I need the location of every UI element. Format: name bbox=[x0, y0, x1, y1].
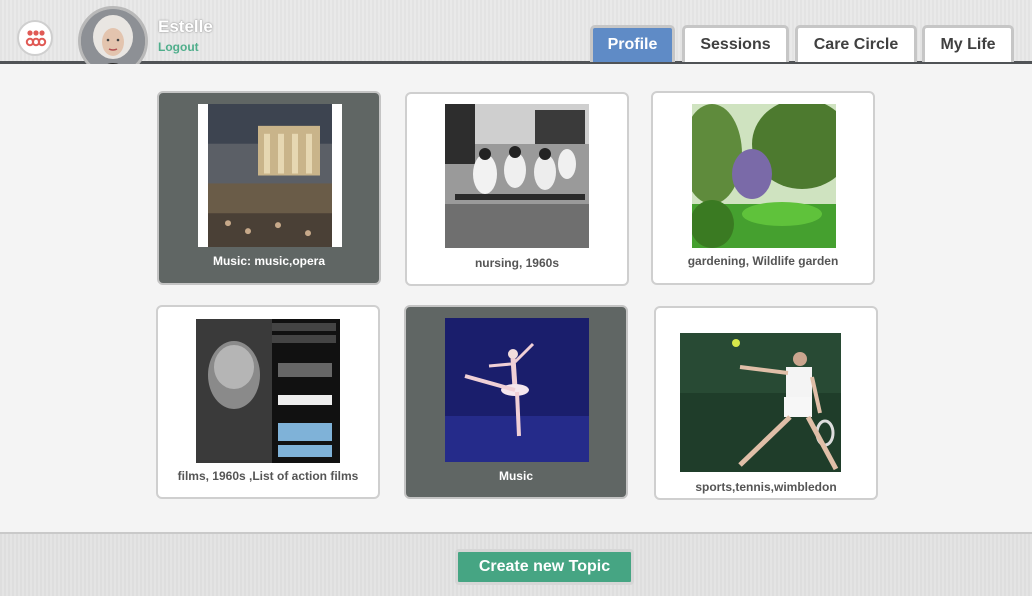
tab-care-circle[interactable]: Care Circle bbox=[795, 25, 917, 62]
create-topic-button[interactable]: Create new Topic bbox=[455, 549, 634, 585]
topic-caption: films, 1960s ,List of action films bbox=[177, 469, 359, 483]
topic-card[interactable]: Music bbox=[404, 305, 628, 499]
topic-caption: gardening, Wildlife garden bbox=[687, 254, 839, 268]
topic-caption: Music bbox=[498, 469, 533, 483]
topic-card[interactable]: nursing, 1960s bbox=[405, 92, 629, 286]
bottom-bar: Create new Topic bbox=[0, 532, 1032, 596]
wildlife-garden-image bbox=[692, 104, 836, 248]
user-name: Estelle bbox=[158, 17, 213, 36]
topics-grid: Music: music,opera nursing, 1960s garden… bbox=[0, 64, 1032, 532]
topic-card[interactable]: gardening, Wildlife garden bbox=[651, 91, 875, 285]
topic-card[interactable]: Music: music,opera bbox=[157, 91, 381, 285]
topic-card[interactable]: sports,tennis,wimbledon bbox=[654, 306, 878, 500]
topic-caption: nursing, 1960s bbox=[474, 256, 560, 270]
topic-caption: sports,tennis,wimbledon bbox=[695, 480, 837, 494]
topic-caption: Music: music,opera bbox=[212, 254, 326, 268]
tennis-player-image bbox=[680, 333, 841, 472]
logout-link[interactable]: Logout bbox=[158, 40, 199, 54]
nursing-classroom-image bbox=[445, 104, 589, 248]
topic-card[interactable]: films, 1960s ,List of action films bbox=[156, 305, 380, 499]
tab-my-life[interactable]: My Life bbox=[922, 25, 1014, 62]
tab-profile[interactable]: Profile bbox=[590, 25, 675, 62]
top-bar: Estelle Logout Profile Sessions Care Cir… bbox=[0, 0, 1032, 76]
tab-sessions[interactable]: Sessions bbox=[682, 25, 789, 62]
people-group-icon[interactable] bbox=[17, 20, 53, 56]
paul-newman-book-image bbox=[196, 319, 340, 463]
opera-theatre-image bbox=[198, 104, 342, 247]
ballet-dancer-image bbox=[445, 318, 589, 462]
